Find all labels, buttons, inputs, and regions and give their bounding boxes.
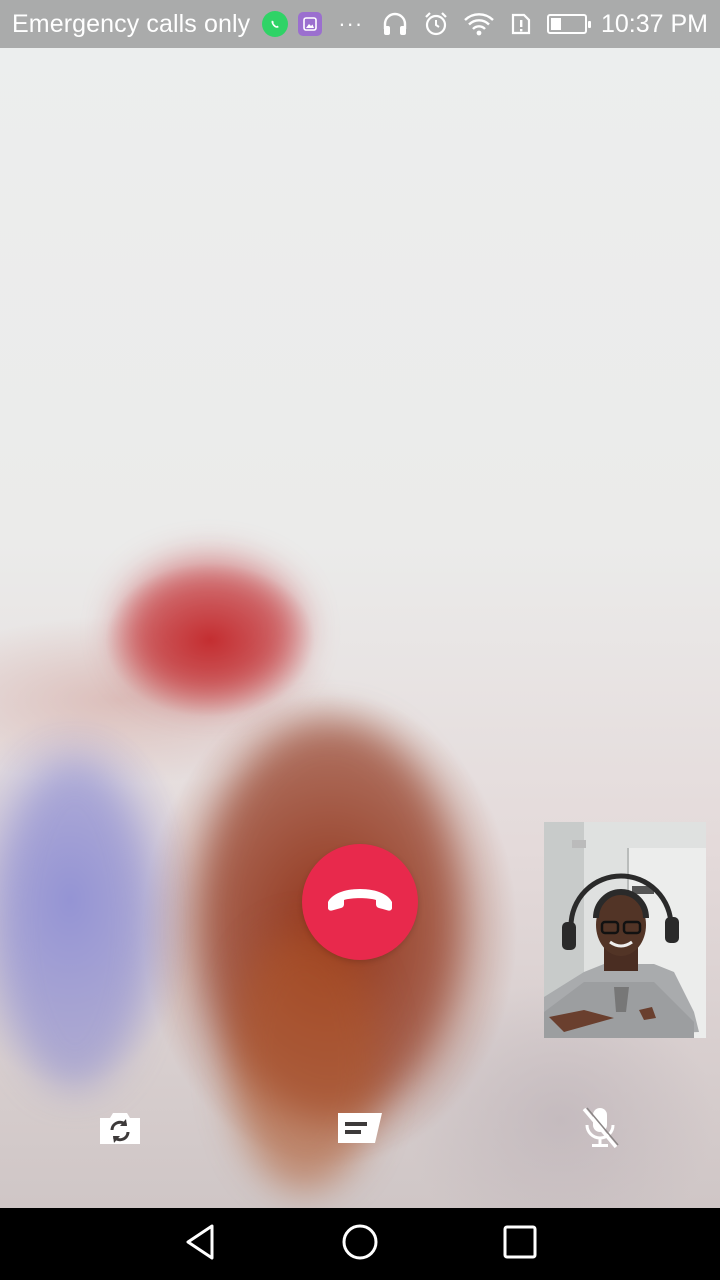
message-icon bbox=[335, 1110, 385, 1151]
wifi-icon bbox=[463, 11, 495, 37]
hang-up-icon bbox=[324, 880, 396, 925]
self-camera-preview[interactable] bbox=[544, 822, 706, 1038]
carrier-label: Emergency calls only bbox=[12, 9, 251, 38]
battery-icon bbox=[546, 14, 591, 34]
sim-alert-icon bbox=[509, 12, 533, 36]
battery-level bbox=[550, 18, 561, 30]
more-notifications: ··· bbox=[338, 11, 364, 36]
end-call-button[interactable] bbox=[302, 844, 418, 960]
recents-button[interactable] bbox=[470, 1208, 570, 1280]
status-bar: Emergency calls only ··· 10:37 PM bbox=[0, 0, 720, 48]
home-icon bbox=[340, 1222, 380, 1267]
switch-camera-button[interactable] bbox=[92, 1104, 148, 1156]
mute-button[interactable] bbox=[572, 1104, 628, 1156]
mute-mic-icon bbox=[578, 1105, 622, 1156]
whatsapp-icon bbox=[262, 11, 289, 37]
back-button[interactable] bbox=[150, 1208, 250, 1280]
home-button[interactable] bbox=[310, 1208, 410, 1280]
message-button[interactable] bbox=[332, 1104, 388, 1156]
back-icon bbox=[180, 1222, 220, 1267]
gallery-icon bbox=[298, 12, 323, 36]
switch-camera-icon bbox=[96, 1108, 144, 1153]
headphones-icon bbox=[381, 11, 409, 37]
recents-icon bbox=[500, 1222, 540, 1267]
alarm-icon bbox=[423, 11, 449, 37]
clock: 10:37 PM bbox=[600, 9, 708, 38]
navigation-bar bbox=[0, 1208, 720, 1280]
